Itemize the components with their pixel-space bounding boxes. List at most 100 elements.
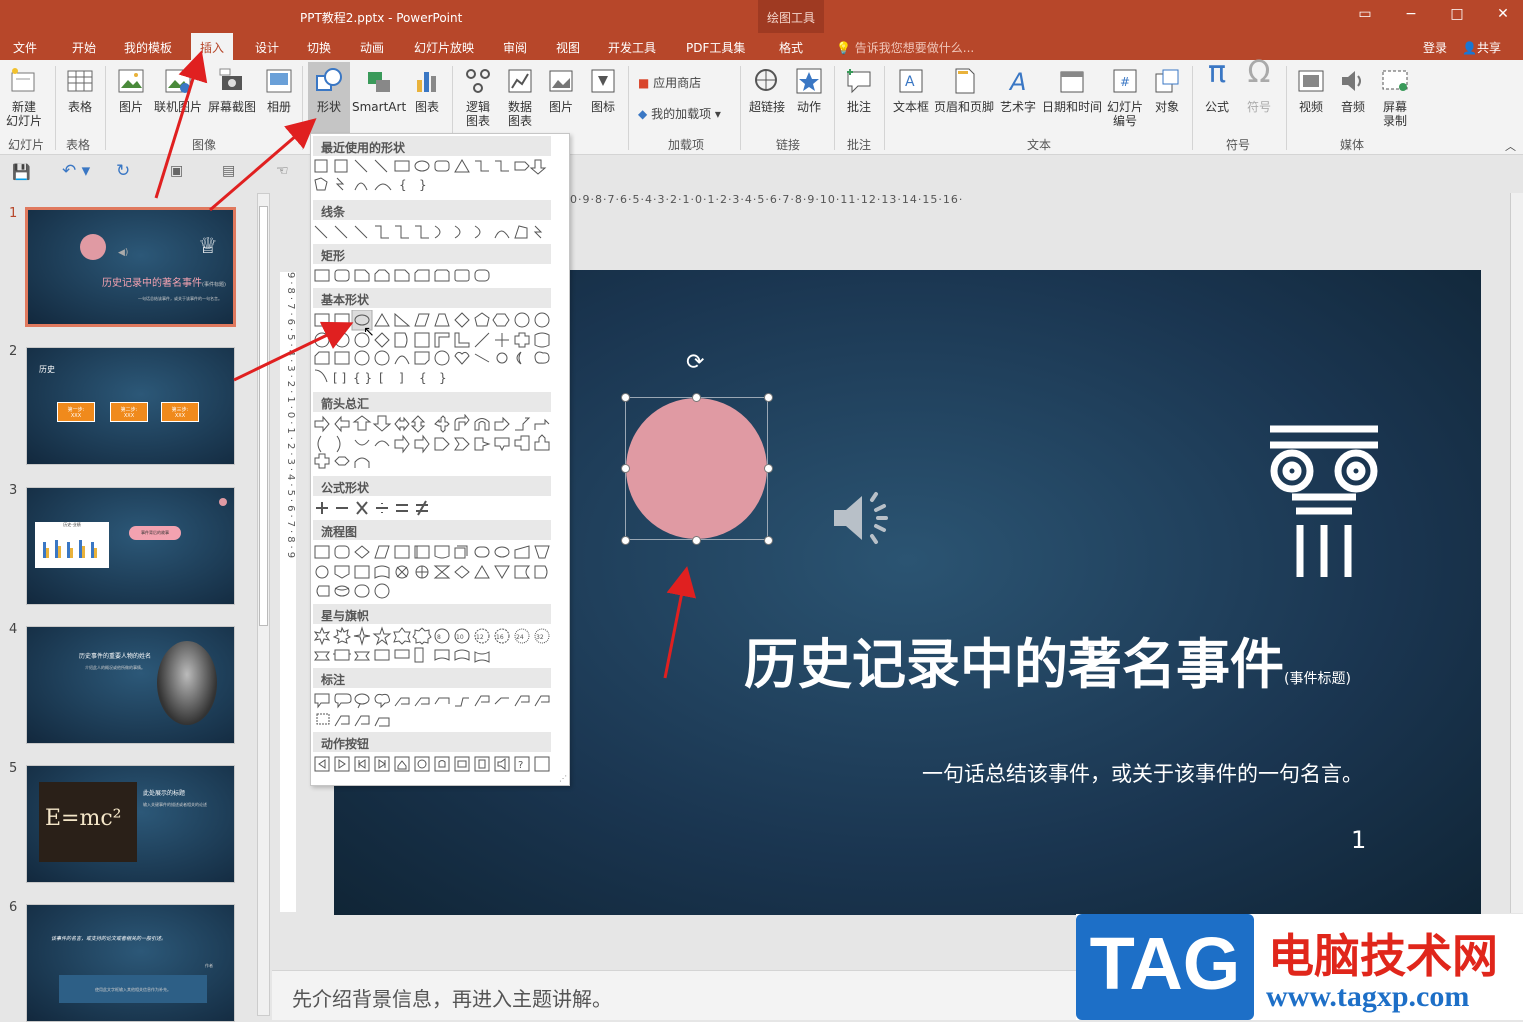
redo-icon[interactable]: ↻ [116, 161, 130, 181]
tab-slideshow[interactable]: 幻灯片放映 [414, 39, 474, 56]
resize-handle-n[interactable] [692, 393, 701, 402]
tab-review[interactable]: 审阅 [503, 39, 527, 56]
touch-mode-icon[interactable]: ☜ [276, 163, 289, 179]
group-tables-label: 表格 [66, 138, 91, 152]
screenshot-button[interactable]: 屏幕截图 [206, 66, 258, 114]
tab-file[interactable]: 文件 [13, 39, 37, 56]
icon-button[interactable]: 图标 [586, 66, 620, 114]
thumb2-step2: 第二步: XXX [110, 402, 148, 422]
datetime-button[interactable]: 日期和时间 [1040, 66, 1104, 114]
tab-transitions[interactable]: 切换 [307, 39, 331, 56]
tab-format[interactable]: 格式 [779, 39, 803, 56]
header-footer-button[interactable]: 页眉和页脚 [932, 66, 996, 114]
basic-shapes-grid[interactable]: [ ] { } [] {} [313, 310, 553, 390]
action-button[interactable]: 动作 [792, 66, 826, 114]
svg-text:{ }: { } [353, 371, 372, 385]
callouts-grid[interactable] [313, 690, 553, 730]
slide-thumbnail-1[interactable]: ◀) ♕ 历史记录中的著名事件(事件标题) 一句话总结该事件，或关于该事件的一句… [25, 207, 236, 327]
canvas-scrollbar[interactable] [1510, 193, 1523, 913]
pink-circle-shape[interactable] [626, 398, 767, 539]
new-slide-button[interactable]: 新建 幻灯片 [4, 66, 44, 128]
header-footer-label: 页眉和页脚 [933, 100, 994, 114]
speaker-icon[interactable] [832, 490, 892, 546]
my-addins-button[interactable]: ◆ 我的加载项 ▾ [638, 105, 721, 122]
slide-thumbnail-2[interactable]: 历史 第一步: XXX 第二步: XXX 第三步: XXX [26, 347, 235, 465]
slide-thumbnail-3[interactable]: 历史-业绩 事件背后的故事 [26, 487, 235, 605]
speaker-icon: ◀) [118, 248, 129, 258]
tab-my-templates[interactable]: 我的模板 [124, 39, 172, 56]
action-buttons-row[interactable]: ? [313, 754, 553, 774]
object-button[interactable]: 对象 [1150, 66, 1184, 114]
start-slideshow-icon[interactable]: ▣ [170, 163, 183, 179]
stars-banners-grid[interactable]: 8 10 12 16 24 32 [313, 626, 553, 666]
flowchart-grid[interactable] [313, 542, 553, 602]
undo-icon[interactable]: ↶ ▾ [62, 161, 90, 181]
rectangles-row[interactable] [313, 266, 553, 286]
resize-handle-ne[interactable] [764, 393, 773, 402]
rotate-handle-icon[interactable]: ⟳ [686, 350, 704, 375]
data-chart-button[interactable]: 数据 图表 [502, 66, 538, 128]
resize-handle-e[interactable] [764, 464, 773, 473]
logic-chart-button[interactable]: 逻辑 图表 [460, 66, 496, 128]
table-button[interactable]: 表格 [62, 66, 98, 114]
slide-thumbnail-4[interactable]: 历史事件的重要人物的姓名 介绍此人的概况或他所做的事情。 [26, 626, 235, 744]
resize-handle-w[interactable] [621, 464, 630, 473]
group-text-label: 文本 [1027, 138, 1052, 152]
slide-thumbnail-6[interactable]: 该事件的名言，或支持的论文或者相关的一般引述。 作者 使用此文字框输入其他相关信… [26, 904, 235, 1022]
resize-handle-nw[interactable] [621, 393, 630, 402]
maximize-button[interactable]: □ [1442, 6, 1472, 22]
store-button[interactable]: ■ 应用商店 [638, 74, 701, 91]
tell-me-search[interactable]: 💡 告诉我您想要做什么... [836, 39, 974, 56]
thumbnail-scrollbar[interactable] [257, 193, 270, 1016]
tab-view[interactable]: 视图 [556, 39, 580, 56]
chart-button[interactable]: 图表 [410, 66, 444, 114]
smartart-button[interactable]: SmartArt [352, 66, 406, 114]
picture2-button[interactable]: 图片 [544, 66, 578, 114]
resize-handle-se[interactable] [764, 536, 773, 545]
save-icon[interactable]: 💾 [12, 163, 31, 181]
notes-text[interactable]: 先介绍背景信息，再进入主题讲解。 [292, 983, 612, 1012]
tab-animations[interactable]: 动画 [360, 39, 384, 56]
slide-title[interactable]: 历史记录中的著名事件(事件标题) [744, 620, 1351, 699]
ribbon-display-options-button[interactable]: ▭ [1350, 6, 1380, 22]
audio-button[interactable]: 音频 [1336, 66, 1370, 114]
recent-shapes-row[interactable]: {} [313, 158, 553, 198]
screen-record-label: 屏幕 录制 [1382, 100, 1407, 128]
shapes-button[interactable]: 形状 [308, 62, 350, 134]
slide-subtitle[interactable]: 一句话总结该事件，或关于该事件的一句名言。 [922, 758, 1363, 788]
site-name: 电脑技术网 [1268, 929, 1498, 983]
hyperlink-button[interactable]: 超链接 [746, 66, 788, 114]
tab-home[interactable]: 开始 [72, 39, 96, 56]
collapse-ribbon-icon[interactable]: ︿ [1505, 138, 1516, 154]
resize-handle-s[interactable] [692, 536, 701, 545]
comment-button[interactable]: 批注 [842, 66, 876, 114]
equation-shapes-row[interactable] [313, 498, 553, 518]
tab-insert[interactable]: 插入 [191, 33, 234, 60]
mouse-cursor-icon: ↖ [363, 324, 375, 340]
slide-page-number[interactable]: 1 [1351, 826, 1366, 854]
tab-design[interactable]: 设计 [255, 39, 279, 56]
video-button[interactable]: 视频 [1294, 66, 1328, 114]
lines-row[interactable] [313, 222, 553, 242]
wordart-button[interactable]: A 艺术字 [998, 66, 1038, 114]
symbol-button[interactable]: Ω 符号 [1242, 58, 1276, 115]
sign-in-link[interactable]: 登录 [1423, 39, 1447, 56]
tab-pdf-tools[interactable]: PDF工具集 [686, 39, 745, 56]
block-arrows-grid[interactable] [313, 414, 553, 474]
online-picture-button[interactable]: 联机图片 [152, 66, 204, 114]
slide-number-button[interactable]: # 幻灯片 编号 [1104, 66, 1146, 128]
resize-grip-icon[interactable]: ⋰ [559, 774, 567, 783]
share-button[interactable]: 👤共享 [1462, 39, 1501, 56]
slide-thumbnail-5[interactable]: E=mc² 此处展示的标题 输入关键事件的描述或者相关的论述 [26, 765, 235, 883]
textbox-button[interactable]: A 文本框 [890, 66, 932, 114]
thumbnail-icon[interactable]: ▤ [222, 163, 235, 179]
screen-record-button[interactable]: 屏幕 录制 [1378, 66, 1412, 128]
tab-developer[interactable]: 开发工具 [608, 39, 656, 56]
thumbnail-scroll-thumb[interactable] [259, 206, 268, 626]
close-button[interactable]: ✕ [1488, 6, 1518, 22]
resize-handle-sw[interactable] [621, 536, 630, 545]
album-button[interactable]: 相册 [262, 66, 296, 114]
picture-button[interactable]: 图片 [114, 66, 148, 114]
minimize-button[interactable]: − [1396, 6, 1426, 22]
equation-button[interactable]: π 公式 [1200, 58, 1234, 115]
